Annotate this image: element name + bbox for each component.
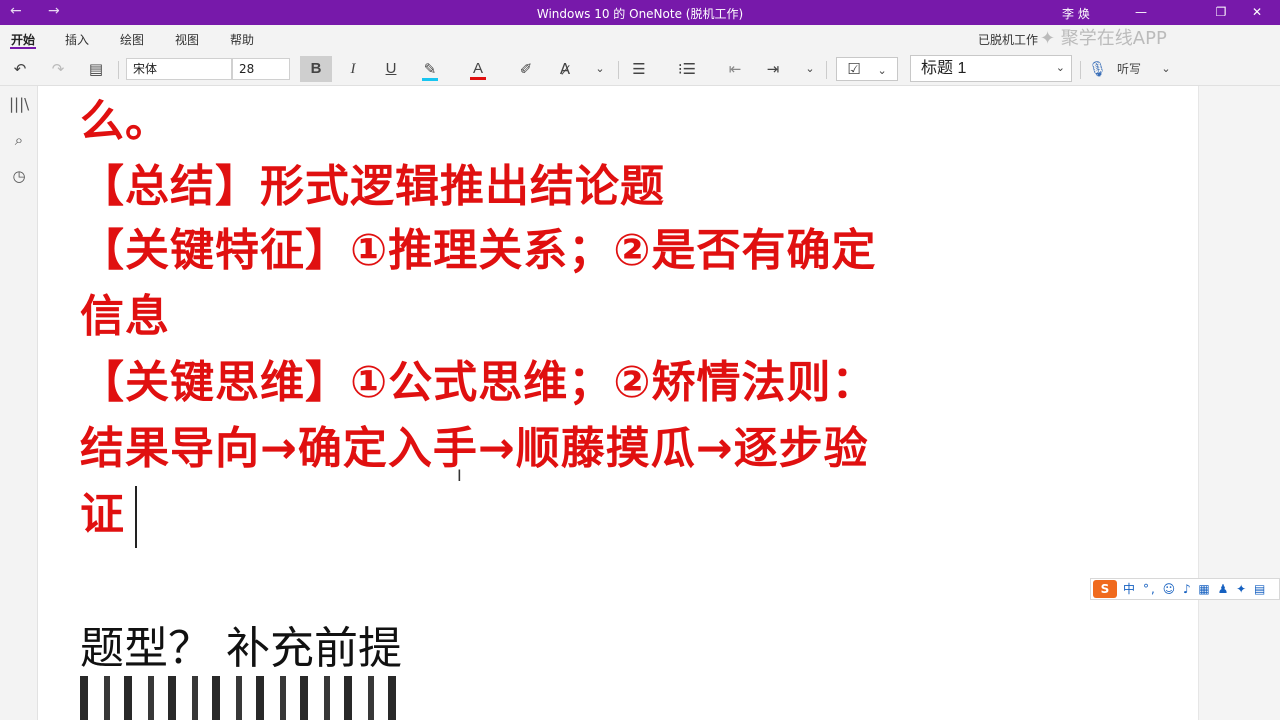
checkbox-tag-icon: ☑ [847, 60, 861, 78]
numbered-list-icon[interactable]: ⁝☰ [674, 56, 700, 82]
font-name-field[interactable]: 宋体 [126, 58, 232, 80]
ime-mode[interactable]: 中 [1123, 579, 1135, 599]
text-caret [135, 486, 137, 548]
tag-checkbox-dropdown[interactable]: ☑ ⌄ [836, 57, 898, 81]
note-text-line[interactable]: 结果导向→确定入手→顺藤摸瓜→逐步验 [80, 424, 869, 474]
note-text-line[interactable]: 么。 [80, 97, 170, 147]
separator [618, 61, 619, 79]
left-nav-rail: |||\ ⌕ ◷ [0, 86, 38, 720]
font-size-field[interactable]: 28 [232, 58, 290, 80]
undo-icon[interactable]: ↶ [8, 56, 32, 82]
sogou-logo-icon: S [1093, 580, 1117, 598]
font-color-button[interactable]: A [464, 56, 492, 82]
paragraph-style-dropdown[interactable]: 标题 1 ⌄ [910, 55, 1072, 82]
tab-draw[interactable]: 绘图 [120, 31, 144, 48]
highlighter-icon[interactable]: ✎ [416, 56, 444, 82]
underline-button[interactable]: U [378, 56, 404, 82]
highlight-pen-icon: ✎ [421, 60, 439, 81]
note-text-line[interactable]: 【关键特征】①推理关系；②是否有确定 [80, 226, 877, 276]
note-text-line[interactable]: 证 [80, 490, 125, 540]
redo-icon[interactable]: ↷ [46, 56, 70, 82]
user-name[interactable]: 李 焕 [1062, 5, 1090, 22]
tab-help[interactable]: 帮助 [230, 31, 254, 48]
active-tab-indicator [10, 47, 36, 49]
separator [118, 61, 119, 79]
ime-toolbar[interactable]: S 中 °, ☺ ♪ ▦ ♟ ✦ ▤ [1090, 578, 1280, 600]
notebooks-icon[interactable]: |||\ [9, 94, 29, 114]
chevron-down-icon: ⌄ [877, 64, 887, 77]
separator [1080, 61, 1081, 79]
ime-tool-icons[interactable]: °, ☺ ♪ ▦ ♟ ✦ ▤ [1143, 579, 1267, 599]
chevron-down-icon: ⌄ [1055, 62, 1065, 74]
microphone-icon[interactable]: 🎙 [1088, 56, 1107, 82]
title-bar: ← → Windows 10 的 OneNote (脱机工作) 李 焕 — ❐ … [0, 0, 1280, 25]
tab-insert[interactable]: 插入 [65, 31, 89, 48]
page-right-gutter [1198, 86, 1280, 720]
cropped-text-line [80, 676, 410, 720]
note-text-line[interactable]: 【关键思维】①公式思维；②矫情法则： [80, 358, 877, 408]
recent-clock-icon[interactable]: ◷ [9, 166, 29, 186]
bullet-list-icon[interactable]: ☰ [626, 56, 652, 82]
italic-button[interactable]: I [340, 56, 366, 82]
outdent-icon[interactable]: ⇤ [722, 56, 748, 82]
note-heading-line[interactable]: 题型？ 补充前提 [80, 624, 402, 674]
chevron-down-icon[interactable]: ⌄ [590, 56, 610, 82]
ribbon-toolbar: ↶ ↷ ▤ 宋体 28 B I U ✎ A ✐ A̷ ⌄ ☰ ⁝☰ ⇤ ⇥ ⌄ … [0, 52, 1280, 86]
tab-home[interactable]: 开始 [11, 31, 35, 48]
chevron-down-icon[interactable]: ⌄ [800, 56, 820, 82]
bold-button[interactable]: B [300, 56, 332, 82]
indent-icon[interactable]: ⇥ [760, 56, 786, 82]
clear-format-icon[interactable]: A̷ [552, 56, 578, 82]
minimize-icon[interactable]: — [1118, 2, 1164, 24]
separator [826, 61, 827, 79]
close-icon[interactable]: ✕ [1234, 2, 1280, 24]
note-text-line[interactable]: 信息 [80, 292, 170, 342]
ibeam-cursor-icon: I [457, 466, 462, 485]
paragraph-style-label: 标题 1 [921, 60, 967, 77]
format-painter-icon[interactable]: ✐ [512, 56, 540, 82]
note-text-line[interactable]: 【总结】形式逻辑推出结论题 [80, 162, 665, 212]
watermark-logo: ✦ 聚学在线APP [1040, 28, 1167, 49]
clipboard-icon[interactable]: ▤ [84, 56, 108, 82]
offline-status: 已脱机工作 [978, 33, 1039, 47]
chevron-down-icon[interactable]: ⌄ [1156, 56, 1176, 82]
search-icon[interactable]: ⌕ [9, 130, 29, 150]
dictate-button[interactable]: 听写 [1112, 56, 1146, 82]
tab-view[interactable]: 视图 [175, 31, 199, 48]
